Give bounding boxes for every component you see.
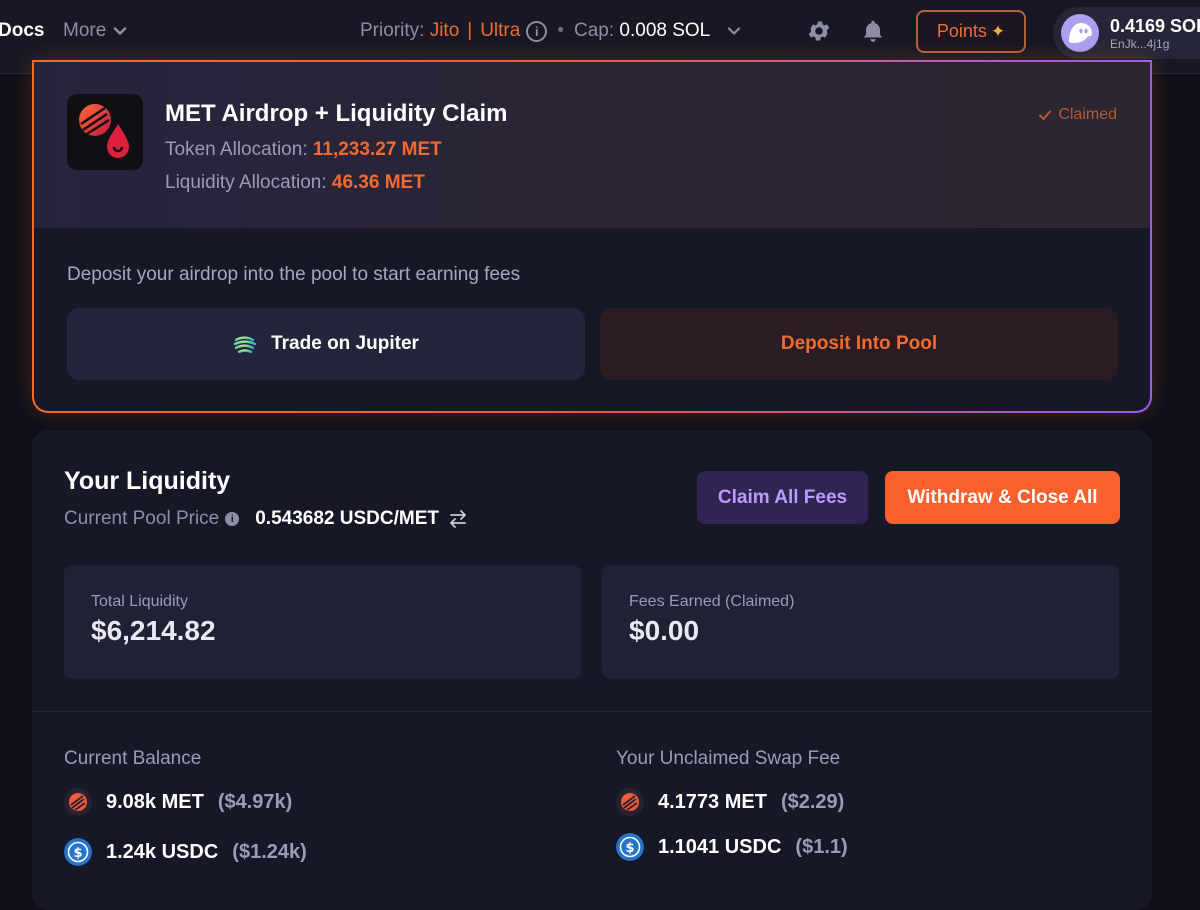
unclaimed-fee-title: Your Unclaimed Swap Fee bbox=[616, 748, 841, 769]
chevron-down-icon bbox=[114, 27, 127, 35]
svg-text:$: $ bbox=[625, 841, 634, 856]
bell-icon[interactable] bbox=[860, 18, 886, 44]
total-liquidity-label: Total Liquidity bbox=[91, 593, 188, 610]
balance-met-amount: 9.08k MET bbox=[106, 790, 204, 813]
swap-arrows-icon[interactable] bbox=[447, 509, 469, 529]
total-liquidity-box: Total Liquidity $6,214.82 bbox=[64, 565, 581, 679]
dot-separator: • bbox=[557, 20, 564, 41]
section-divider bbox=[32, 711, 1152, 712]
balance-usdc-row: $ 1.24k USDC ($1.24k) bbox=[64, 838, 307, 866]
current-balance-title: Current Balance bbox=[64, 748, 202, 769]
your-liquidity-card: Your Liquidity Current Pool Price i 0.54… bbox=[32, 430, 1152, 910]
priority-ultra: Ultra bbox=[480, 20, 521, 41]
fees-earned-box: Fees Earned (Claimed) $0.00 bbox=[602, 565, 1119, 679]
usdc-token-icon: $ bbox=[64, 838, 92, 866]
claimed-status-badge: Claimed bbox=[1038, 106, 1117, 124]
priority-jito: Jito bbox=[429, 20, 460, 41]
withdraw-close-all-button[interactable]: Withdraw & Close All bbox=[885, 471, 1120, 524]
wallet-balance: 0.4169 SOL bbox=[1110, 16, 1200, 36]
cap-value: 0.008 SOL bbox=[619, 20, 711, 41]
liquidity-title: Your Liquidity bbox=[64, 467, 231, 495]
token-allocation-label: Token Allocation: bbox=[165, 139, 308, 160]
priority-separator: | bbox=[467, 20, 473, 41]
token-allocation-value: 11,233.27 MET bbox=[312, 139, 442, 160]
deposit-instruction: Deposit your airdrop into the pool to st… bbox=[67, 264, 521, 285]
claim-card-header: MET Airdrop + Liquidity Claim Token Allo… bbox=[34, 62, 1150, 228]
trade-on-jupiter-button[interactable]: Trade on Jupiter bbox=[67, 308, 585, 380]
pool-price-value: 0.543682 USDC/MET bbox=[255, 508, 439, 529]
chevron-down-icon bbox=[728, 27, 741, 35]
claimed-status-label: Claimed bbox=[1058, 106, 1117, 123]
met-token-icon bbox=[616, 788, 644, 816]
info-icon[interactable]: i bbox=[526, 20, 548, 42]
unclaimed-met-usd: ($2.29) bbox=[780, 790, 845, 813]
wallet-address: EnJk...4j1g bbox=[1110, 37, 1170, 51]
points-button[interactable]: Points ✦ bbox=[916, 10, 1026, 53]
trade-on-jupiter-label: Trade on Jupiter bbox=[271, 333, 419, 354]
liquidity-allocation-value: 46.36 MET bbox=[331, 172, 425, 193]
liquidity-allocation-label: Liquidity Allocation: bbox=[165, 172, 327, 193]
airdrop-claim-card: MET Airdrop + Liquidity Claim Token Allo… bbox=[32, 60, 1152, 413]
pool-price-label: Current Pool Price bbox=[64, 508, 220, 529]
jupiter-icon bbox=[233, 336, 257, 354]
pool-price-row: Current Pool Price i 0.543682 USDC/MET bbox=[64, 508, 469, 530]
info-icon[interactable]: i bbox=[225, 512, 240, 526]
usdc-token-icon: $ bbox=[616, 833, 644, 861]
cap-label: Cap: bbox=[573, 20, 615, 41]
fees-earned-label: Fees Earned (Claimed) bbox=[629, 593, 795, 610]
unclaimed-usdc-row: $ 1.1041 USDC ($1.1) bbox=[616, 833, 848, 861]
balance-usdc-amount: 1.24k USDC bbox=[106, 840, 219, 863]
claim-all-fees-button[interactable]: Claim All Fees bbox=[697, 471, 868, 524]
claim-title: MET Airdrop + Liquidity Claim bbox=[165, 100, 508, 127]
priority-label: Priority: bbox=[360, 20, 425, 41]
points-label: Points bbox=[936, 21, 987, 41]
unclaimed-met-amount: 4.1773 MET bbox=[658, 790, 767, 813]
met-token-icon bbox=[64, 788, 92, 816]
liquidity-allocation: Liquidity Allocation: 46.36 MET bbox=[165, 172, 425, 194]
priority-selector[interactable]: Priority: Jito | Ultra i • Cap: 0.008 SO… bbox=[360, 20, 742, 42]
deposit-into-pool-button[interactable]: Deposit Into Pool bbox=[600, 308, 1118, 380]
balance-usdc-usd: ($1.24k) bbox=[232, 840, 307, 863]
nav-more-menu[interactable]: More bbox=[63, 20, 128, 42]
met-token-logo bbox=[67, 94, 143, 170]
unclaimed-usdc-amount: 1.1041 USDC bbox=[658, 835, 782, 858]
balance-met-row: 9.08k MET ($4.97k) bbox=[64, 788, 292, 816]
check-icon bbox=[1039, 110, 1052, 121]
nav-more-label: More bbox=[63, 20, 107, 41]
unclaimed-usdc-usd: ($1.1) bbox=[795, 835, 848, 858]
fees-earned-value: $0.00 bbox=[629, 615, 700, 646]
balance-met-usd: ($4.97k) bbox=[217, 790, 293, 813]
unclaimed-met-row: 4.1773 MET ($2.29) bbox=[616, 788, 844, 816]
sparkle-icon: ✦ bbox=[990, 21, 1006, 41]
gear-icon[interactable] bbox=[806, 18, 832, 44]
svg-text:$: $ bbox=[73, 846, 82, 861]
token-allocation: Token Allocation: 11,233.27 MET bbox=[165, 139, 442, 161]
nav-docs-link[interactable]: Docs bbox=[0, 20, 44, 42]
phantom-ghost-icon bbox=[1061, 14, 1099, 52]
wallet-button[interactable]: 0.4169 SOL EnJk...4j1g bbox=[1053, 7, 1200, 59]
total-liquidity-value: $6,214.82 bbox=[91, 615, 216, 646]
